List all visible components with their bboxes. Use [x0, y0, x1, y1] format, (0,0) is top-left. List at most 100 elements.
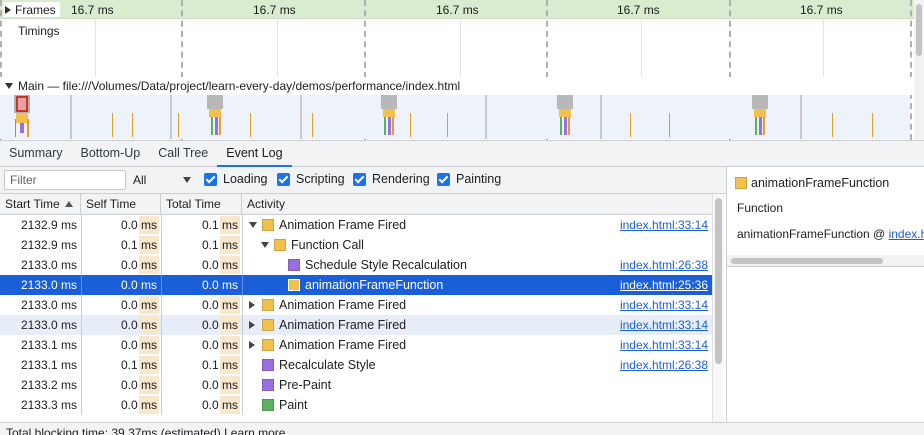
category-swatch-icon — [262, 299, 274, 311]
chevron-right-icon[interactable] — [249, 321, 255, 329]
column-header-activity[interactable]: Activity — [242, 194, 712, 215]
details-function-name: animationFrameFunction @ — [737, 227, 889, 241]
timeline-scrollbar[interactable] — [914, 0, 924, 140]
filter-input[interactable] — [4, 170, 126, 190]
self-time-cell: 0.0 ms — [120, 298, 157, 312]
details-function-link[interactable]: index.h — [889, 227, 924, 241]
table-row[interactable]: 2133.0 ms 0.0 ms 0.0 ms Animation Frame Fir… — [0, 315, 712, 335]
activity-name: Animation Frame Fired — [279, 298, 407, 312]
activity-name: Pre-Paint — [279, 378, 332, 392]
tab-call-tree[interactable]: Call Tree — [149, 141, 217, 166]
chevron-right-icon — [5, 5, 11, 14]
self-time-cell: 0.0 ms — [120, 318, 157, 332]
activity-name: Function Call — [291, 238, 364, 252]
rendering-checkbox-label: Rendering — [372, 172, 430, 186]
category-swatch-icon — [262, 339, 274, 351]
tab-event-log[interactable]: Event Log — [217, 141, 292, 167]
frame-duration-label: 16.7 ms — [253, 3, 296, 17]
frames-track-label: Frames — [15, 2, 56, 17]
table-row[interactable]: 2132.9 ms 0.0 ms 0.1 ms Animation Frame Fir… — [0, 215, 712, 235]
self-time-cell: 0.0 ms — [120, 278, 157, 292]
event-log-table: Start Time Self Time Total Time Activity… — [0, 194, 712, 422]
activity-name: Schedule Style Recalculation — [305, 258, 467, 272]
category-swatch-icon — [262, 319, 274, 331]
source-link[interactable]: index.html:33:14 — [620, 215, 708, 235]
table-header: Start Time Self Time Total Time Activity — [0, 194, 712, 215]
timings-track-label[interactable]: Timings — [18, 24, 63, 38]
table-scrollbar[interactable] — [712, 194, 724, 422]
checkbox-checked-icon — [437, 172, 450, 186]
details-function: animationFrameFunction @ index.h — [737, 227, 924, 241]
painting-checkbox[interactable]: Painting — [437, 172, 501, 186]
table-row[interactable]: 2133.0 ms 0.0 ms 0.0 ms Animation Frame Fir… — [0, 295, 712, 315]
frames-track-toggle[interactable]: Frames — [3, 2, 60, 17]
main-thread-toggle[interactable]: Main — file:///Volumes/Data/project/lear… — [0, 77, 924, 95]
start-time-cell: 2133.2 ms — [20, 378, 77, 392]
column-header-label: Start Time — [5, 197, 60, 211]
details-panel: animationFrameFunction Function animatio… — [726, 167, 924, 422]
details-type: Function — [737, 201, 784, 215]
chevron-down-icon[interactable] — [249, 222, 257, 228]
scripting-checkbox[interactable]: Scripting — [277, 172, 345, 186]
details-scrollbar[interactable] — [727, 255, 924, 267]
chevron-down-icon[interactable] — [261, 242, 269, 248]
category-swatch-icon — [288, 279, 300, 291]
category-swatch-icon — [274, 239, 286, 251]
frames-track[interactable]: 16.7 ms 16.7 ms 16.7 ms 16.7 ms 16.7 ms — [0, 0, 924, 19]
source-link[interactable]: index.html:25:36 — [620, 275, 708, 295]
rendering-checkbox[interactable]: Rendering — [353, 172, 430, 186]
table-row[interactable]: 2133.0 ms 0.0 ms 0.0 ms animationFrameFunct… — [0, 275, 712, 295]
chevron-right-icon[interactable] — [249, 341, 255, 349]
start-time-cell: 2133.1 ms — [20, 358, 77, 372]
checkbox-checked-icon — [353, 172, 366, 186]
activity-name: Paint — [279, 398, 308, 412]
column-header-total-time[interactable]: Total Time — [161, 194, 242, 215]
tab-bottom-up[interactable]: Bottom-Up — [71, 141, 149, 166]
self-time-cell: 0.1 ms — [120, 358, 157, 372]
table-row[interactable]: 2133.0 ms 0.0 ms 0.0 ms Schedule Style Reca… — [0, 255, 712, 275]
details-title-text: animationFrameFunction — [751, 176, 890, 190]
total-time-cell: 0.0 ms — [201, 258, 238, 272]
chevron-right-icon[interactable] — [249, 301, 255, 309]
main-thread-flamechart[interactable] — [0, 95, 910, 139]
frame-duration-label: 16.7 ms — [436, 3, 479, 17]
table-row[interactable]: 2133.3 ms 0.0 ms 0.0 ms Paint — [0, 395, 712, 415]
total-time-cell: 0.0 ms — [201, 278, 238, 292]
source-link[interactable]: index.html:33:14 — [620, 295, 708, 315]
table-row[interactable]: 2132.9 ms 0.1 ms 0.1 ms Function Call — [0, 235, 712, 255]
timeline-overview[interactable]: 16.7 ms 16.7 ms 16.7 ms 16.7 ms 16.7 ms … — [0, 0, 924, 140]
total-time-cell: 0.0 ms — [201, 338, 238, 352]
start-time-cell: 2133.0 ms — [20, 278, 77, 292]
source-link[interactable]: index.html:33:14 — [620, 335, 708, 355]
category-swatch-icon — [262, 359, 274, 371]
event-log-toolbar: All Loading Scripting Rendering Painting — [0, 167, 726, 194]
table-row[interactable]: 2133.2 ms 0.0 ms 0.0 ms Pre-Paint — [0, 375, 712, 395]
column-header-start-time[interactable]: Start Time — [0, 194, 81, 215]
sort-ascending-icon — [64, 201, 73, 207]
checkbox-checked-icon — [277, 172, 290, 186]
self-time-cell: 0.0 ms — [120, 398, 157, 412]
painting-checkbox-label: Painting — [456, 172, 502, 186]
self-time-cell: 0.0 ms — [120, 258, 157, 272]
total-time-cell: 0.1 ms — [201, 358, 238, 372]
activity-name: Animation Frame Fired — [279, 318, 407, 332]
column-header-self-time[interactable]: Self Time — [81, 194, 161, 215]
loading-checkbox[interactable]: Loading — [204, 172, 268, 186]
source-link[interactable]: index.html:26:38 — [620, 255, 708, 275]
tab-summary[interactable]: Summary — [0, 141, 71, 166]
activity-name: Animation Frame Fired — [279, 218, 407, 232]
duration-filter-select[interactable]: All — [131, 171, 195, 189]
self-time-cell: 0.0 ms — [120, 338, 157, 352]
table-row[interactable]: 2133.1 ms 0.1 ms 0.1 ms Recalculate Style in… — [0, 355, 712, 375]
start-time-cell: 2132.9 ms — [20, 238, 77, 252]
source-link[interactable]: index.html:33:14 — [620, 315, 708, 335]
total-time-cell: 0.1 ms — [201, 218, 238, 232]
category-swatch-icon — [288, 259, 300, 271]
start-time-cell: 2132.9 ms — [20, 218, 77, 232]
category-swatch-icon — [262, 379, 274, 391]
activity-name: animationFrameFunction — [305, 278, 444, 292]
source-link[interactable]: index.html:26:38 — [620, 355, 708, 375]
table-row[interactable]: 2133.1 ms 0.0 ms 0.0 ms Animation Frame Fir… — [0, 335, 712, 355]
frame-duration-label: 16.7 ms — [71, 3, 114, 17]
total-time-cell: 0.0 ms — [201, 398, 238, 412]
